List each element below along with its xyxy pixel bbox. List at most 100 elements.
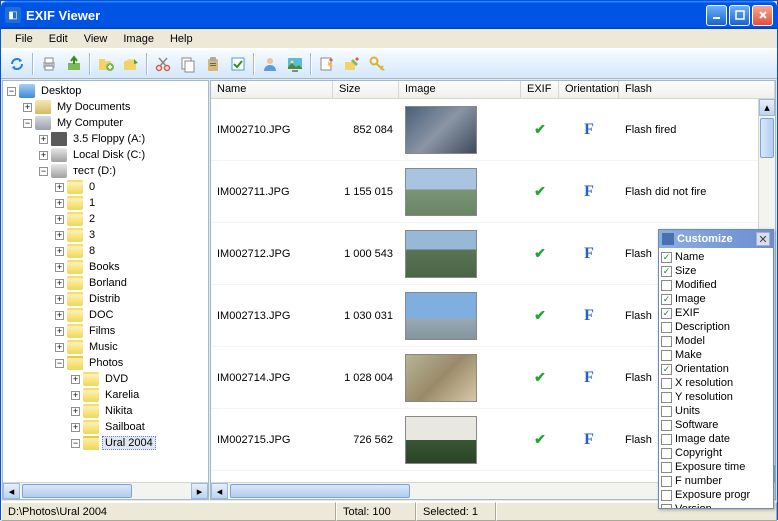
- checkbox[interactable]: [661, 434, 672, 445]
- tree-floppy[interactable]: 3.5 Floppy (A:): [70, 132, 148, 146]
- checkbox[interactable]: [661, 462, 672, 473]
- checkbox[interactable]: ✓: [661, 364, 672, 375]
- menu-help[interactable]: Help: [162, 31, 201, 47]
- menu-edit[interactable]: Edit: [41, 31, 76, 47]
- tree-toggle[interactable]: −: [7, 87, 16, 96]
- tree-toggle[interactable]: +: [55, 215, 64, 224]
- checkbox[interactable]: [661, 336, 672, 347]
- col-flash[interactable]: Flash: [619, 81, 775, 98]
- print-button[interactable]: [37, 52, 61, 76]
- table-row[interactable]: IM002711.JPG1 155 015✔FFlash did not fir…: [211, 161, 775, 223]
- customize-item[interactable]: Modified: [661, 278, 771, 292]
- tree-toggle[interactable]: +: [55, 231, 64, 240]
- tree-folder[interactable]: Music: [86, 340, 121, 354]
- checkbox[interactable]: [661, 392, 672, 403]
- checkbox[interactable]: ✓: [661, 266, 672, 277]
- tree-toggle[interactable]: +: [55, 199, 64, 208]
- checkbox[interactable]: [661, 490, 672, 501]
- tree-toggle[interactable]: +: [55, 295, 64, 304]
- tree-folder[interactable]: 3: [86, 228, 98, 242]
- tree-folder[interactable]: Karelia: [102, 388, 142, 402]
- customize-item[interactable]: Make: [661, 348, 771, 362]
- tree-toggle[interactable]: −: [55, 359, 64, 368]
- col-size[interactable]: Size: [333, 81, 399, 98]
- user-button[interactable]: [258, 52, 282, 76]
- customize-close-button[interactable]: ✕: [756, 232, 770, 246]
- tree-toggle[interactable]: +: [71, 423, 80, 432]
- customize-item[interactable]: ✓Name: [661, 250, 771, 264]
- new-folder-button[interactable]: [94, 52, 118, 76]
- close-button[interactable]: [752, 5, 773, 26]
- open-folder-button[interactable]: [119, 52, 143, 76]
- customize-item[interactable]: ✓Size: [661, 264, 771, 278]
- tree-mydocs[interactable]: My Documents: [54, 100, 133, 114]
- minimize-button[interactable]: [706, 5, 727, 26]
- col-orientation[interactable]: Orientation: [559, 81, 619, 98]
- scroll-left-button[interactable]: ◂: [211, 483, 228, 499]
- wallpaper-button[interactable]: [283, 52, 307, 76]
- tree-toggle[interactable]: −: [23, 119, 32, 128]
- checkbox[interactable]: [661, 280, 672, 291]
- tree-folder[interactable]: Books: [86, 260, 123, 274]
- edit-button[interactable]: [315, 52, 339, 76]
- tree-folder[interactable]: DOC: [86, 308, 116, 322]
- tree-toggle[interactable]: +: [23, 103, 32, 112]
- tree-toggle[interactable]: +: [39, 135, 48, 144]
- scroll-thumb[interactable]: [230, 484, 410, 498]
- folder-tree[interactable]: − Desktop + My Documents − My Computer +3.5…: [3, 81, 208, 482]
- tree-selected[interactable]: Ural 2004: [102, 436, 156, 450]
- tree-desktop[interactable]: Desktop: [38, 84, 84, 98]
- tree-folder[interactable]: Nikita: [102, 404, 136, 418]
- customize-item[interactable]: Image date: [661, 432, 771, 446]
- scroll-right-button[interactable]: ▸: [191, 483, 208, 499]
- paste-button[interactable]: [201, 52, 225, 76]
- tree-toggle[interactable]: +: [71, 391, 80, 400]
- customize-item[interactable]: Description: [661, 320, 771, 334]
- tree-toggle[interactable]: −: [39, 167, 48, 176]
- tree-hscroll[interactable]: ◂ ▸: [3, 482, 208, 499]
- checkbox[interactable]: [661, 322, 672, 333]
- checkbox[interactable]: ✓: [661, 294, 672, 305]
- tree-photos[interactable]: Photos: [86, 356, 126, 370]
- key-button[interactable]: [365, 52, 389, 76]
- export-button[interactable]: [62, 52, 86, 76]
- customize-item[interactable]: Model: [661, 334, 771, 348]
- copy-button[interactable]: [176, 52, 200, 76]
- tree-mycomputer[interactable]: My Computer: [54, 116, 126, 130]
- annotate-button[interactable]: [340, 52, 364, 76]
- menu-image[interactable]: Image: [115, 31, 162, 47]
- checkbox[interactable]: ✓: [661, 308, 672, 319]
- customize-header[interactable]: Customize ✕: [659, 230, 773, 248]
- customize-panel[interactable]: Customize ✕ ✓Name✓SizeModified✓Image✓EXI…: [658, 229, 774, 509]
- scroll-left-button[interactable]: ◂: [3, 483, 20, 499]
- tree-toggle[interactable]: +: [55, 311, 64, 320]
- titlebar[interactable]: ◧ EXIF Viewer: [1, 1, 777, 29]
- checkbox[interactable]: [661, 378, 672, 389]
- customize-item[interactable]: Units: [661, 404, 771, 418]
- tree-folder[interactable]: Films: [86, 324, 118, 338]
- tree-toggle[interactable]: +: [55, 327, 64, 336]
- col-exif[interactable]: EXIF: [521, 81, 559, 98]
- menu-file[interactable]: File: [7, 31, 41, 47]
- customize-item[interactable]: Version: [661, 502, 771, 508]
- tree-folder[interactable]: Distrib: [86, 292, 123, 306]
- cut-button[interactable]: [151, 52, 175, 76]
- tree-toggle[interactable]: +: [55, 183, 64, 192]
- checkbox[interactable]: ✓: [661, 252, 672, 263]
- tree-folder[interactable]: 2: [86, 212, 98, 226]
- scroll-thumb[interactable]: [22, 484, 132, 498]
- scroll-thumb[interactable]: [760, 118, 774, 158]
- select-button[interactable]: [226, 52, 250, 76]
- checkbox[interactable]: [661, 420, 672, 431]
- tree-folder[interactable]: Borland: [86, 276, 130, 290]
- checkbox[interactable]: [661, 448, 672, 459]
- checkbox[interactable]: [661, 476, 672, 487]
- table-row[interactable]: IM002710.JPG852 084✔FFlash fired: [211, 99, 775, 161]
- customize-item[interactable]: Exposure progr: [661, 488, 771, 502]
- checkbox[interactable]: [661, 406, 672, 417]
- refresh-button[interactable]: [5, 52, 29, 76]
- customize-item[interactable]: X resolution: [661, 376, 771, 390]
- tree-folder[interactable]: 0: [86, 180, 98, 194]
- col-name[interactable]: Name: [211, 81, 333, 98]
- tree-toggle[interactable]: +: [71, 407, 80, 416]
